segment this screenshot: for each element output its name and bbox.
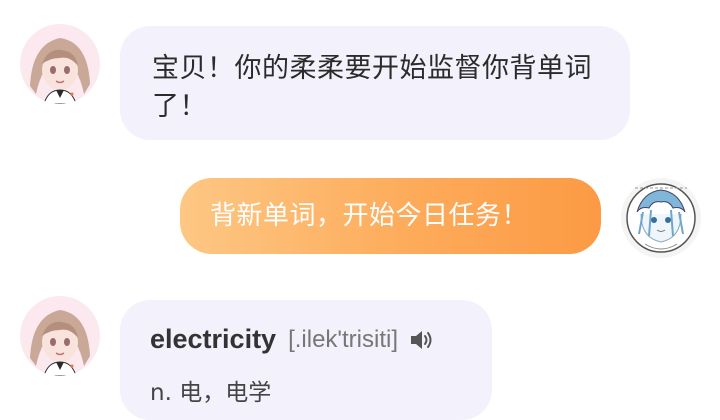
user-avatar-image [621, 178, 701, 258]
message-text: 背新单词，开始今日任务！ [210, 201, 529, 231]
word-card-bubble[interactable]: electricity [.ilek'trisiti] n. 电，电学 [120, 300, 492, 420]
message-text: 宝贝！你的柔柔要开始监督你背单词了！ [152, 53, 592, 122]
phonetic-transcription: [.ilek'trisiti] [288, 325, 398, 353]
word-definition: n. 电，电学 [150, 380, 272, 406]
bot-avatar-image [20, 24, 100, 104]
vocabulary-word: electricity [150, 324, 277, 354]
outgoing-message-bubble[interactable]: 背新单词，开始今日任务！ [180, 178, 601, 254]
bot-avatar[interactable] [20, 296, 100, 376]
bot-avatar[interactable] [20, 24, 100, 104]
user-avatar[interactable] [621, 178, 701, 258]
word-header: electricity [.ilek'trisiti] [150, 324, 436, 355]
incoming-message-bubble[interactable]: 宝贝！你的柔柔要开始监督你背单词了！ [120, 26, 630, 140]
bot-avatar-image [20, 296, 100, 376]
speaker-icon[interactable] [408, 328, 436, 352]
